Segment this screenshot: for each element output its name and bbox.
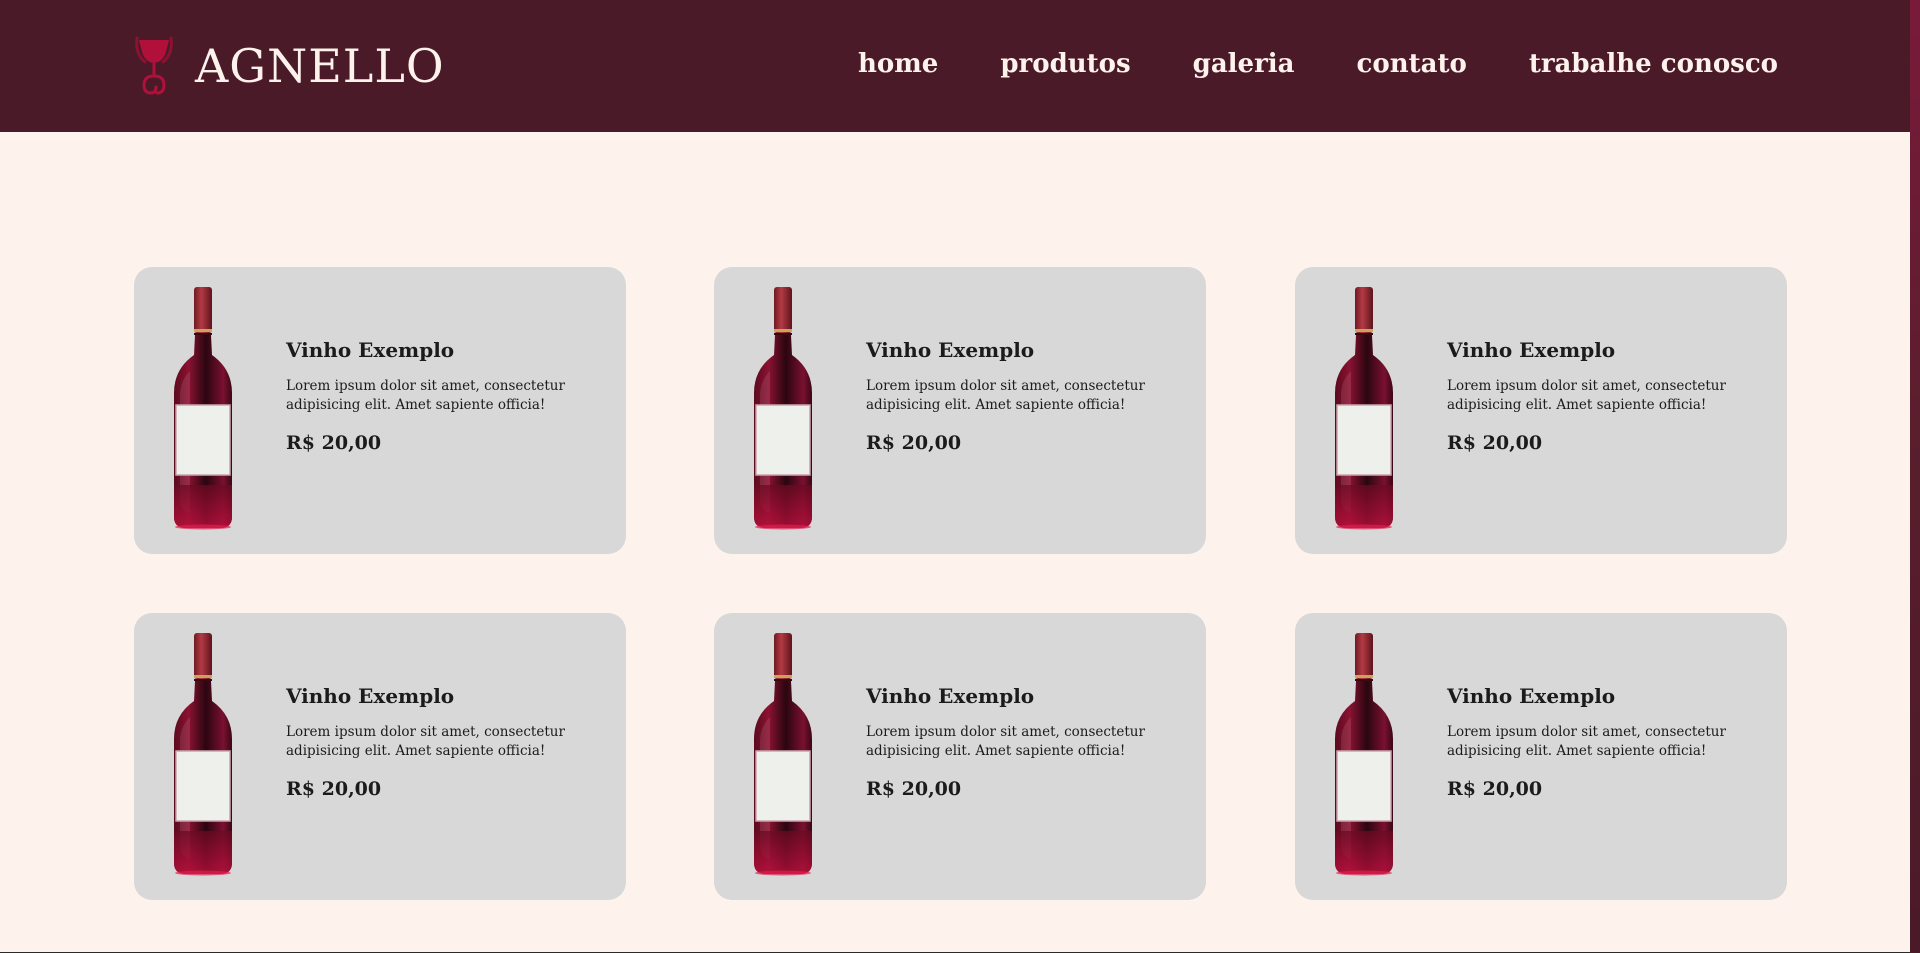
nav-link-galeria[interactable]: galeria xyxy=(1193,46,1295,82)
product-card[interactable]: Vinho Exemplo Lorem ipsum dolor sit amet… xyxy=(134,267,626,554)
product-description-line: Lorem ipsum dolor sit amet, consectetur xyxy=(1447,378,1726,394)
product-price: R$ 20,00 xyxy=(286,778,382,800)
product-description-line: adipisicing elit. Amet sapiente officia! xyxy=(866,743,1126,759)
product-name: Vinho Exemplo xyxy=(866,684,1035,708)
product-description-line: Lorem ipsum dolor sit amet, consectetur xyxy=(866,378,1145,394)
product-description-line: adipisicing elit. Amet sapiente officia! xyxy=(286,743,546,759)
site-header: AGNELLO home produtos galeria contato tr… xyxy=(0,0,1910,132)
product-info: Vinho Exemplo Lorem ipsum dolor sit amet… xyxy=(1447,683,1767,801)
brand-logo[interactable]: AGNELLO xyxy=(133,36,445,96)
product-description: Lorem ipsum dolor sit amet, consectetur … xyxy=(1447,723,1767,761)
product-description-line: adipisicing elit. Amet sapiente officia! xyxy=(866,397,1126,413)
product-price: R$ 20,00 xyxy=(1447,778,1543,800)
wine-bottle-icon xyxy=(1331,631,1397,878)
wine-bottle-icon xyxy=(170,285,236,532)
product-info: Vinho Exemplo Lorem ipsum dolor sit amet… xyxy=(286,337,606,455)
product-description: Lorem ipsum dolor sit amet, consectetur … xyxy=(286,723,606,761)
product-info: Vinho Exemplo Lorem ipsum dolor sit amet… xyxy=(866,683,1186,801)
nav-link-home[interactable]: home xyxy=(858,46,938,82)
product-name: Vinho Exemplo xyxy=(1447,338,1616,362)
product-description: Lorem ipsum dolor sit amet, consectetur … xyxy=(1447,377,1767,415)
product-description-line: Lorem ipsum dolor sit amet, consectetur xyxy=(286,378,565,394)
main-nav: home produtos galeria contato trabalhe c… xyxy=(858,46,1778,82)
product-name: Vinho Exemplo xyxy=(866,338,1035,362)
wine-bottle-icon xyxy=(750,285,816,532)
product-price: R$ 20,00 xyxy=(1447,432,1543,454)
nav-link-produtos[interactable]: produtos xyxy=(1000,46,1130,82)
product-description-line: Lorem ipsum dolor sit amet, consectetur xyxy=(1447,724,1726,740)
product-description: Lorem ipsum dolor sit amet, consectetur … xyxy=(866,377,1186,415)
nav-link-contato[interactable]: contato xyxy=(1357,46,1467,82)
product-info: Vinho Exemplo Lorem ipsum dolor sit amet… xyxy=(286,683,606,801)
product-name: Vinho Exemplo xyxy=(1447,684,1616,708)
product-description-line: adipisicing elit. Amet sapiente officia! xyxy=(1447,397,1707,413)
product-description-line: Lorem ipsum dolor sit amet, consectetur xyxy=(286,724,565,740)
product-price: R$ 20,00 xyxy=(866,432,962,454)
product-description-line: adipisicing elit. Amet sapiente officia! xyxy=(1447,743,1707,759)
product-info: Vinho Exemplo Lorem ipsum dolor sit amet… xyxy=(866,337,1186,455)
page: AGNELLO home produtos galeria contato tr… xyxy=(0,0,1920,953)
product-info: Vinho Exemplo Lorem ipsum dolor sit amet… xyxy=(1447,337,1767,455)
product-card[interactable]: Vinho Exemplo Lorem ipsum dolor sit amet… xyxy=(134,613,626,900)
product-description: Lorem ipsum dolor sit amet, consectetur … xyxy=(286,377,606,415)
product-name: Vinho Exemplo xyxy=(286,684,455,708)
product-description-line: adipisicing elit. Amet sapiente officia! xyxy=(286,397,546,413)
wine-bottle-icon xyxy=(750,631,816,878)
wine-bottle-icon xyxy=(170,631,236,878)
product-name: Vinho Exemplo xyxy=(286,338,455,362)
product-card[interactable]: Vinho Exemplo Lorem ipsum dolor sit amet… xyxy=(714,267,1206,554)
scrollbar[interactable] xyxy=(1910,0,1920,953)
product-description-line: Lorem ipsum dolor sit amet, consectetur xyxy=(866,724,1145,740)
product-description: Lorem ipsum dolor sit amet, consectetur … xyxy=(866,723,1186,761)
nav-link-trabalhe-conosco[interactable]: trabalhe conosco xyxy=(1529,46,1778,82)
product-card[interactable]: Vinho Exemplo Lorem ipsum dolor sit amet… xyxy=(1295,267,1787,554)
brand-name: AGNELLO xyxy=(195,39,445,93)
wine-bottle-icon xyxy=(1331,285,1397,532)
product-price: R$ 20,00 xyxy=(866,778,962,800)
product-card[interactable]: Vinho Exemplo Lorem ipsum dolor sit amet… xyxy=(714,613,1206,900)
product-price: R$ 20,00 xyxy=(286,432,382,454)
product-card[interactable]: Vinho Exemplo Lorem ipsum dolor sit amet… xyxy=(1295,613,1787,900)
wine-glass-logo-icon xyxy=(135,36,173,95)
